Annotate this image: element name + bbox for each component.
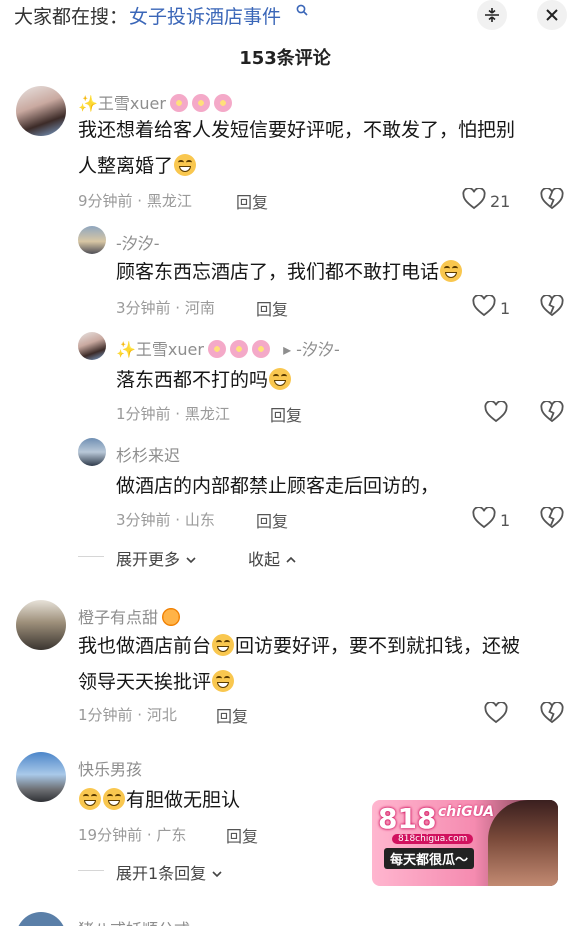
reply-button[interactable]: 回复: [216, 703, 248, 727]
worried-emoji-icon: [269, 368, 292, 390]
expand-more-button[interactable]: 展开更多: [116, 546, 197, 570]
comment-time-location: 3分钟前 · 河南: [116, 299, 215, 317]
comment-time-location: 19分钟前 · 广东: [78, 826, 187, 844]
like-button[interactable]: 1: [472, 294, 511, 321]
chevron-down-icon: [185, 550, 197, 569]
laugh-cry-emoji-icon: [212, 634, 235, 656]
heart-icon: [472, 294, 496, 321]
flower-emoji-icon: [207, 340, 226, 358]
avatar[interactable]: [16, 600, 66, 650]
ad-logo-number: 818: [378, 802, 437, 835]
like-count: 1: [500, 510, 511, 530]
reply-item: -汐汐- 顾客东西忘酒店了，我们都不敢打电话 3分钟前 · 河南 回复 1: [0, 224, 570, 324]
comment-text: 落东西都不打的吗: [116, 362, 556, 398]
avatar[interactable]: [16, 752, 66, 802]
avatar[interactable]: [16, 86, 66, 136]
ad-slogan: 每天都很瓜～: [384, 848, 475, 869]
grin-emoji-icon: [212, 670, 235, 692]
search-prefix-label: 大家都在搜：: [14, 6, 129, 28]
flower-emoji-icon: [191, 94, 210, 112]
comment-time-location: 1分钟前 · 黑龙江: [116, 405, 230, 423]
avatar[interactable]: [78, 438, 106, 466]
collapse-icon[interactable]: [477, 0, 507, 30]
flower-emoji-icon: [169, 94, 188, 112]
broken-heart-icon[interactable]: [540, 506, 564, 533]
divider-line: [78, 870, 104, 871]
broken-heart-icon[interactable]: [540, 400, 564, 427]
username[interactable]: 快乐男孩: [78, 756, 142, 780]
grin-emoji-icon: [79, 788, 101, 810]
avatar[interactable]: [78, 332, 106, 360]
username[interactable]: ✨王雪xuer ▸ -汐汐-: [116, 336, 340, 360]
trending-search-link[interactable]: 女子投诉酒店事件: [129, 2, 281, 29]
top-bar: 大家都在搜： 女子投诉酒店事件: [0, 0, 570, 30]
broken-heart-icon[interactable]: [540, 701, 564, 728]
username[interactable]: ✨王雪xuer: [78, 90, 232, 114]
like-count: 21: [490, 191, 511, 211]
chevron-down-icon: [211, 864, 223, 883]
heart-icon: [472, 506, 496, 533]
close-icon[interactable]: [537, 0, 567, 30]
orange-emoji-icon: [162, 608, 181, 626]
like-button[interactable]: [484, 701, 512, 728]
comment-time-location: 9分钟前 · 黑龙江: [78, 192, 192, 210]
comment-text: 我还想着给客人发短信要好评呢，不敢发了，怕把别 人整离婚了: [78, 119, 516, 177]
expand-replies-button[interactable]: 展开1条回复: [116, 860, 223, 884]
comment-text: 做酒店的内部都禁止顾客走后回访的，: [116, 475, 440, 497]
watermark-ad-banner: 818 chiGUA 818chigua.com 每天都很瓜～: [372, 800, 558, 886]
username[interactable]: -汐汐-: [116, 230, 160, 254]
comment-text: 顾客东西忘酒店了，我们都不敢打电话: [116, 254, 556, 290]
comment-count-title: 153条评论: [239, 48, 331, 69]
broken-heart-icon[interactable]: [540, 294, 564, 321]
ad-logo-text: chiGUA: [438, 804, 495, 820]
comment-item: ✨王雪xuer 我还想着给客人发短信要好评呢，不敢发了，怕把别 人整离婚了 9分钟…: [0, 86, 570, 216]
reply-button[interactable]: 回复: [226, 823, 258, 847]
like-button[interactable]: 1: [472, 506, 511, 533]
heart-icon: [484, 701, 508, 728]
grin-emoji-icon: [103, 788, 125, 810]
reply-button[interactable]: 回复: [236, 189, 268, 213]
chevron-up-icon: [285, 550, 297, 569]
comment-text: 有胆做无胆认: [78, 782, 378, 818]
flower-emoji-icon: [251, 340, 270, 358]
divider-line: [78, 556, 104, 557]
search-icon[interactable]: [296, 2, 308, 20]
flower-emoji-icon: [213, 94, 232, 112]
reply-button[interactable]: 回复: [256, 508, 288, 532]
grin-emoji-icon: [174, 154, 197, 176]
reply-button[interactable]: 回复: [256, 296, 288, 320]
heart-icon: [462, 187, 486, 214]
like-count: 1: [500, 298, 511, 318]
heart-icon: [484, 400, 508, 427]
broken-heart-icon[interactable]: [540, 187, 564, 214]
ad-url: 818chigua.com: [392, 834, 474, 844]
ad-portrait-image: [488, 800, 558, 886]
username[interactable]: 猪八戒妖顺公式: [78, 916, 190, 926]
reply-item: 杉杉来迟 做酒店的内部都禁止顾客走后回访的， 3分钟前 · 山东 回复 1: [0, 436, 570, 536]
reply-item: ✨王雪xuer ▸ -汐汐- 落东西都不打的吗 1分钟前 · 黑龙江 回复: [0, 330, 570, 430]
like-button[interactable]: [484, 400, 512, 427]
comment-text: 我也做酒店前台 回访要好评，要不到就扣钱，还被 领导天天挨批评: [78, 634, 521, 693]
laugh-cry-emoji-icon: [440, 260, 463, 282]
like-button[interactable]: 21: [462, 187, 511, 214]
comment-item: 橙子有点甜 我也做酒店前台 回访要好评，要不到就扣钱，还被 领导天天挨批评 1分钟前…: [0, 600, 570, 730]
flower-emoji-icon: [229, 340, 248, 358]
reply-to-label: ▸ -汐汐-: [283, 340, 340, 359]
collapse-button[interactable]: 收起: [248, 546, 297, 570]
avatar[interactable]: [16, 912, 66, 926]
username[interactable]: 橙子有点甜: [78, 604, 181, 628]
comment-time-location: 3分钟前 · 山东: [116, 511, 215, 529]
username[interactable]: 杉杉来迟: [116, 442, 180, 466]
avatar[interactable]: [78, 226, 106, 254]
reply-button[interactable]: 回复: [270, 402, 302, 426]
comment-time-location: 1分钟前 · 河北: [78, 706, 177, 724]
